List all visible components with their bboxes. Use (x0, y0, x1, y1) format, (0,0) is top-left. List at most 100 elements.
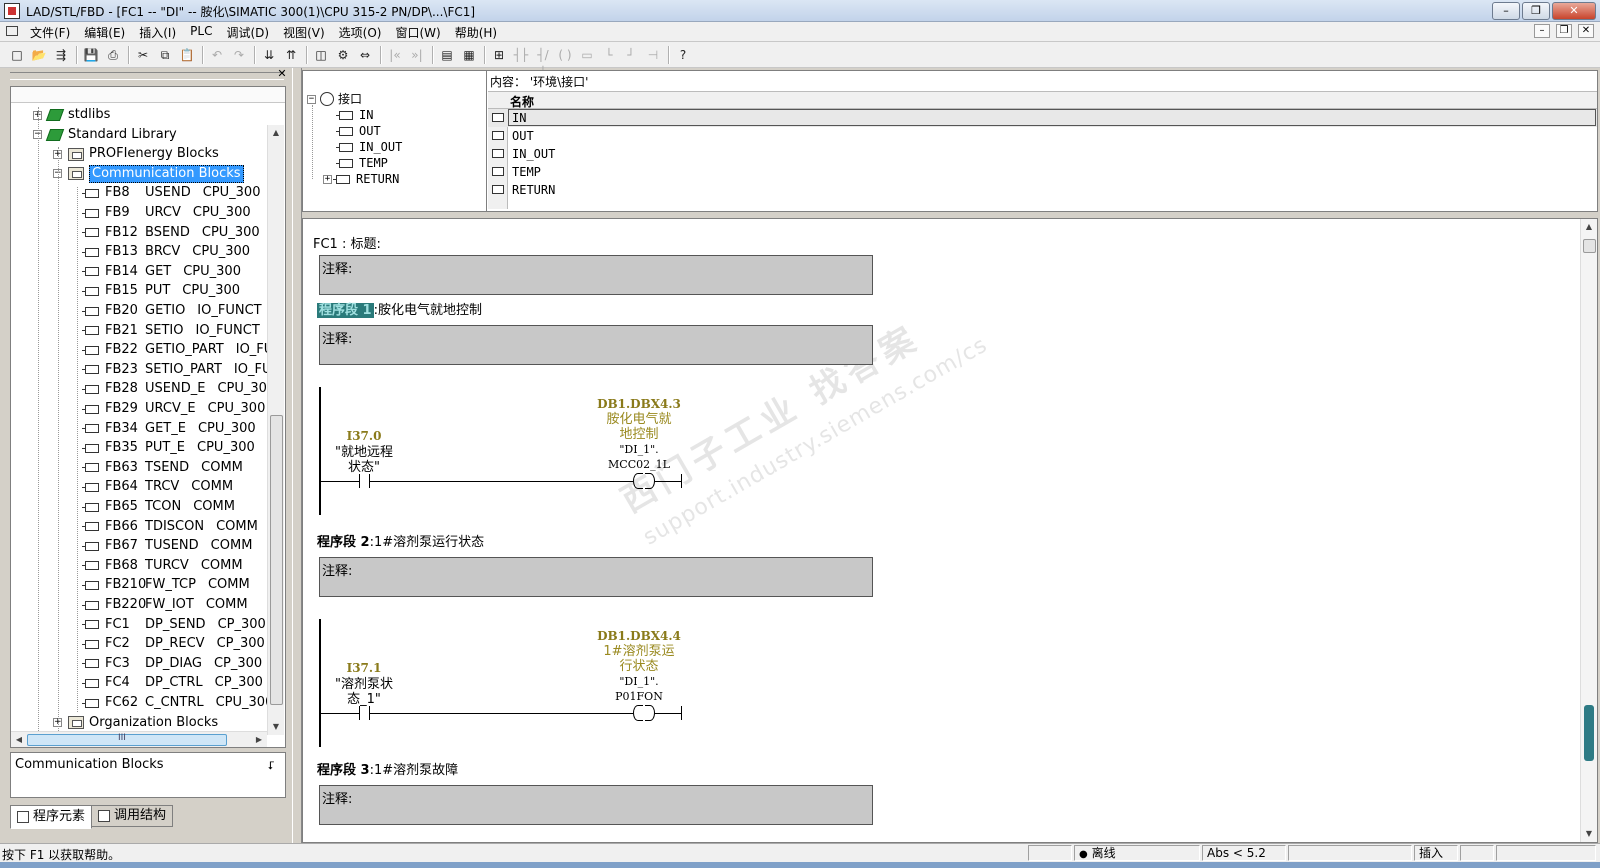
scroll-right-icon[interactable]: ▶ (253, 734, 265, 746)
code-editor[interactable]: 西门子工业 找答案 support.industry.siemens.com/c… (302, 218, 1598, 843)
expander-icon[interactable]: − (307, 94, 316, 104)
block-item[interactable]: FB23 SETIO_PART IO_FU (82, 360, 271, 380)
tree-vertical-scrollbar[interactable]: ▲ ▼ (267, 125, 284, 735)
code-vertical-scrollbar[interactable]: ▲ ▼ (1580, 219, 1597, 842)
block-item[interactable]: FB34 GET_E CPU_300 (82, 419, 256, 439)
minimize-button[interactable]: – (1492, 2, 1520, 20)
redo-icon[interactable]: ↷ (230, 46, 248, 64)
interface-item[interactable]: OUT (336, 123, 381, 139)
prev-icon[interactable]: |« (386, 46, 404, 64)
block-item[interactable]: FB15 PUT CPU_300 (82, 281, 240, 301)
block-item[interactable]: FB21 SETIO IO_FUNCT (82, 321, 260, 341)
cut-icon[interactable]: ✂ (134, 46, 152, 64)
block-item[interactable]: FB68 TURCV COMM (82, 556, 243, 576)
block-item[interactable]: FB8 USEND CPU_300 (82, 183, 260, 203)
network-title[interactable]: 程序段 2:1#溶剂泵运行状态 (317, 531, 484, 550)
block-item[interactable]: FB64 TRCV COMM (82, 477, 233, 497)
document-menu-icon[interactable] (6, 26, 18, 36)
network-comment[interactable]: 注释: (319, 785, 873, 825)
copy-icon[interactable]: ⧉ (156, 46, 174, 64)
menu-item[interactable]: 窗口(W) (395, 24, 440, 41)
save-icon[interactable]: 💾 (82, 46, 100, 64)
contact-nc-icon[interactable]: ┤/├ (534, 46, 552, 80)
scroll-down-icon[interactable]: ▼ (270, 721, 282, 733)
block-item[interactable]: FB67 TUSEND COMM (82, 536, 252, 556)
mdi-restore-button[interactable]: ❐ (1556, 24, 1572, 38)
scroll-down-icon[interactable]: ▼ (1583, 828, 1595, 840)
menu-item[interactable]: 插入(I) (139, 24, 176, 41)
network-icon[interactable]: ⊞ (490, 46, 508, 64)
block-title[interactable]: FC1 : 标题: (313, 233, 381, 252)
panel-tab[interactable]: 调用结构 (91, 805, 174, 827)
block-item[interactable]: FB20 GETIO IO_FUNCT (82, 301, 262, 321)
interface-row[interactable]: OUT (488, 127, 1597, 145)
coil-address[interactable]: DB1.DBX4.3 (589, 397, 689, 411)
side-handle[interactable] (1584, 705, 1594, 761)
block-item[interactable]: FB35 PUT_E CPU_300 (82, 438, 255, 458)
panel-tab[interactable]: 程序元素 (10, 805, 93, 829)
help-cursor-icon[interactable]: ? (674, 46, 692, 64)
tree-node[interactable]: + Organization Blocks (53, 713, 218, 733)
branch-open-icon[interactable]: └ (600, 46, 618, 64)
expander-icon[interactable]: + (323, 174, 332, 184)
next-icon[interactable]: »| (408, 46, 426, 64)
block-item[interactable]: FB29 URCV_E CPU_300 (82, 399, 265, 419)
menu-item[interactable]: 编辑(E) (84, 24, 125, 41)
open-icon[interactable]: 📂 (30, 46, 48, 64)
mdi-close-button[interactable]: ✕ (1578, 24, 1594, 38)
menu-item[interactable]: 帮助(H) (455, 24, 497, 41)
panel-grip[interactable] (10, 72, 284, 80)
tree-node[interactable]: − Communication Blocks (53, 164, 244, 184)
block-item[interactable]: FB14 GET CPU_300 (82, 262, 241, 282)
scroll-up-icon[interactable]: ▲ (1583, 221, 1595, 233)
block-item[interactable]: FB220 FW_IOT COMM (82, 595, 248, 615)
block-item[interactable]: FB210 FW_TCP COMM (82, 575, 250, 595)
close-button[interactable]: ✕ (1552, 2, 1596, 20)
block-item[interactable]: FB65 TCON COMM (82, 497, 235, 517)
menu-item[interactable]: 调试(D) (226, 24, 269, 41)
interface-row[interactable]: TEMP (488, 163, 1597, 181)
menu-item[interactable]: PLC (190, 24, 212, 41)
network-comment[interactable]: 注释: (319, 325, 873, 365)
tree-node[interactable]: + PROFIenergy Blocks (53, 144, 219, 164)
block-item[interactable]: FC4 DP_CTRL CP_300 (82, 673, 263, 693)
hscroll-thumb[interactable]: III (27, 733, 227, 746)
scroll-up-icon[interactable]: ▲ (270, 127, 282, 139)
details-icon[interactable]: ▦ (460, 46, 478, 64)
scroll-thumb[interactable] (270, 415, 283, 705)
scroll-thumb[interactable] (1583, 239, 1596, 253)
coil-address[interactable]: DB1.DBX4.4 (589, 629, 689, 643)
interface-item[interactable]: IN_OUT (336, 139, 402, 155)
menu-item[interactable]: 选项(O) (339, 24, 382, 41)
ladder-rung[interactable]: I37.1 "溶剂泵状 态_1" DB1.DBX4.4 1#溶剂泵运 行状态 "DI_1".… (319, 619, 919, 749)
accessible-nodes-icon[interactable]: ⇶ (52, 46, 70, 64)
interface-item[interactable]: + RETURN (323, 171, 399, 187)
interface-row[interactable]: RETURN (488, 181, 1597, 199)
ladder-rung[interactable]: I37.0 "就地远程 状态" DB1.DBX4.3 胺化电气就 地控制 "DI_1". MC… (319, 387, 919, 517)
network-title[interactable]: 程序段 3:1#溶剂泵故障 (317, 759, 458, 778)
interface-row[interactable]: IN (488, 109, 1597, 127)
interface-row[interactable]: IN_OUT (488, 145, 1597, 163)
block-item[interactable]: FB13 BRCV CPU_300 (82, 242, 250, 262)
box-icon[interactable]: ▭ (578, 46, 596, 64)
settings-icon[interactable]: ⚙ (334, 46, 352, 64)
menu-item[interactable]: 视图(V) (283, 24, 325, 41)
block-item[interactable]: FB28 USEND_E CPU_300 (82, 379, 275, 399)
block-item[interactable]: FC62 C_CNTRL CPU_300 (82, 693, 273, 713)
overview-icon[interactable]: ▤ (438, 46, 456, 64)
panel-close-icon[interactable]: ✕ (276, 68, 288, 80)
upload-icon[interactable]: ⇈ (282, 46, 300, 64)
column-name-header[interactable]: 名称 (510, 93, 534, 110)
block-item[interactable]: FB63 TSEND COMM (82, 458, 243, 478)
block-item[interactable]: FB66 TDISCON COMM (82, 517, 258, 537)
print-icon[interactable]: ⎙ (104, 46, 122, 64)
interface-root[interactable]: − 接口 (307, 91, 362, 107)
block-item[interactable]: FB22 GETIO_PART IO_FU (82, 340, 273, 360)
contact-no-icon[interactable]: ┤├ (512, 46, 530, 64)
paste-icon[interactable]: 📋 (178, 46, 196, 64)
contact-address[interactable]: I37.1 (319, 661, 409, 675)
interface-item[interactable]: IN (336, 107, 373, 123)
menu-item[interactable]: 文件(F) (30, 24, 70, 41)
undo-icon[interactable]: ↶ (208, 46, 226, 64)
block-item[interactable]: FB9 URCV CPU_300 (82, 203, 251, 223)
